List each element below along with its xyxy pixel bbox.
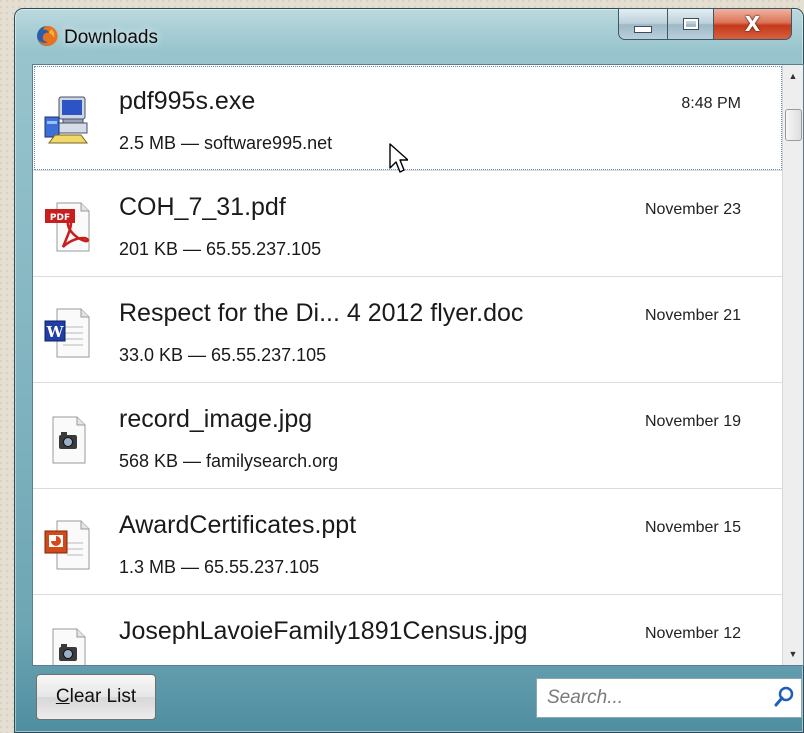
minimize-icon xyxy=(634,25,652,33)
downloads-window: Downloads X pdf995s.exe 8:48 PM 2.5 MB —… xyxy=(14,8,804,733)
download-date: November 19 xyxy=(644,413,741,430)
clear-list-accesskey: C xyxy=(55,686,70,707)
download-row[interactable]: W Respect for the Di... 4 2012 flyer.doc… xyxy=(33,277,783,383)
search-icon[interactable] xyxy=(773,686,795,708)
image-file-icon xyxy=(52,628,86,665)
scroll-up-button[interactable]: ▲ xyxy=(783,65,803,87)
download-file-name: JosephLavoieFamily1891Census.jpg xyxy=(119,617,528,645)
download-details: 2.5 MB — software995.net xyxy=(119,133,333,153)
download-date: November 12 xyxy=(644,625,741,642)
scroll-down-button[interactable]: ▼ xyxy=(783,643,803,665)
pdf-file-icon: PDF xyxy=(45,202,90,252)
search-box xyxy=(536,678,802,718)
caption-buttons: X xyxy=(618,8,804,42)
download-row[interactable]: pdf995s.exe 8:48 PM 2.5 MB — software995… xyxy=(33,65,783,171)
scrollbar-thumb[interactable] xyxy=(785,109,802,141)
download-file-name: Respect for the Di... 4 2012 flyer.doc xyxy=(119,299,524,327)
download-date: November 15 xyxy=(644,519,741,536)
clear-list-label: lear List xyxy=(69,686,137,707)
download-file-name: COH_7_31.pdf xyxy=(119,193,286,221)
download-date: November 23 xyxy=(644,201,741,218)
download-details: 33.0 KB — 65.55.237.105 xyxy=(119,345,327,365)
download-row[interactable]: PDF COH_7_31.pdf November 23 201 KB — 65… xyxy=(33,171,783,277)
svg-text:W: W xyxy=(46,323,65,341)
download-details: 201 KB — 65.55.237.105 xyxy=(119,239,322,259)
download-file-name: record_image.jpg xyxy=(119,405,313,433)
vertical-scrollbar[interactable]: ▲ ▼ xyxy=(782,65,803,665)
clear-list-button[interactable]: Clear List xyxy=(36,674,156,720)
downloads-list: pdf995s.exe 8:48 PM 2.5 MB — software995… xyxy=(33,65,783,665)
image-file-icon xyxy=(52,416,86,464)
download-details: 1.3 MB — 65.55.237.105 xyxy=(119,557,320,577)
word-document-icon: W xyxy=(44,308,90,358)
download-date: November 21 xyxy=(644,307,741,324)
download-details: 568 KB — familysearch.org xyxy=(119,451,339,471)
close-icon: X xyxy=(744,12,761,36)
close-button[interactable]: X xyxy=(714,8,792,40)
minimize-button[interactable] xyxy=(618,8,668,40)
firefox-icon xyxy=(37,25,58,46)
download-row[interactable]: record_image.jpg November 19 568 KB — fa… xyxy=(33,383,783,489)
download-file-name: pdf995s.exe xyxy=(119,87,256,115)
search-input[interactable] xyxy=(537,679,757,717)
download-row[interactable]: JosephLavoieFamily1891Census.jpg Novembe… xyxy=(33,595,783,665)
scroll-up-arrow-icon: ▲ xyxy=(788,71,798,81)
scroll-down-arrow-icon: ▼ xyxy=(788,649,798,659)
download-date: 8:48 PM xyxy=(681,95,741,112)
downloads-list-frame: pdf995s.exe 8:48 PM 2.5 MB — software995… xyxy=(32,64,804,666)
bottom-toolbar: Clear List xyxy=(14,666,804,733)
title-bar[interactable]: Downloads X xyxy=(14,8,804,64)
maximize-icon xyxy=(682,18,699,30)
maximize-button[interactable] xyxy=(668,8,714,40)
executable-installer-icon xyxy=(44,96,88,144)
powerpoint-file-icon xyxy=(44,520,90,570)
window-title: Downloads xyxy=(64,27,158,48)
download-row[interactable]: AwardCertificates.ppt November 15 1.3 MB… xyxy=(33,489,783,595)
download-file-name: AwardCertificates.ppt xyxy=(119,511,357,539)
